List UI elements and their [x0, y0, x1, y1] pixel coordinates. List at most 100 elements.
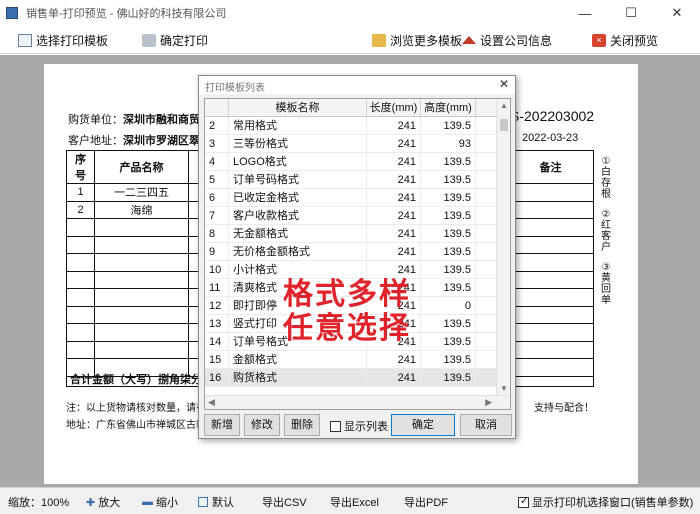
row-no: 2 — [66, 200, 95, 219]
close-preview-icon: × — [592, 33, 606, 47]
export-excel-button[interactable]: 导出Excel — [330, 494, 379, 510]
zoom-out-button[interactable]: ▬ 缩小 — [142, 494, 178, 510]
column-header-height[interactable]: 高度(mm) — [421, 99, 476, 116]
row-index: 16 — [205, 369, 229, 386]
scroll-thumb[interactable] — [500, 119, 508, 131]
scroll-down-icon[interactable]: ▼ — [500, 384, 508, 393]
row-index: 9 — [205, 243, 229, 260]
row-template-name: LOGO格式 — [229, 153, 367, 170]
dialog-title-bar: 打印模板列表 ✕ — [199, 76, 515, 94]
browse-templates-label: 浏览更多模板 — [390, 33, 463, 48]
dialog-close-icon[interactable]: ✕ — [499, 77, 509, 91]
company-info-button[interactable]: 设置公司信息 — [462, 31, 552, 49]
row-height: 139.5 — [421, 333, 476, 350]
row-template-name: 已收定金格式 — [229, 189, 367, 206]
table-row[interactable]: 5 订单号码格式 241 139.5 — [205, 171, 510, 189]
row-template-name: 订单号码格式 — [229, 171, 367, 188]
show-columns-label: 显示列表 — [344, 421, 388, 433]
checkbox-box[interactable] — [330, 420, 341, 432]
select-template-label: 选择打印模板 — [36, 33, 109, 48]
row-length: 241 — [367, 351, 421, 368]
row-height: 139.5 — [421, 225, 476, 242]
row-index: 14 — [205, 333, 229, 350]
show-printer-checkbox[interactable]: 显示打印机选择窗口(销售单参数) — [518, 494, 693, 510]
row-index: 8 — [205, 225, 229, 242]
template-icon — [18, 33, 32, 47]
select-template-button[interactable]: 选择打印模板 — [18, 31, 108, 49]
table-row[interactable]: 9 无价格金额格式 241 139.5 — [205, 243, 510, 261]
row-height: 139.5 — [421, 351, 476, 368]
row-height: 139.5 — [421, 279, 476, 296]
row-product: 海绵 — [94, 200, 189, 219]
status-bar: 缩放：100% ✚ 放大 ▬ 缩小 默认 导出CSV 导出Excel 导出PDF… — [0, 487, 700, 514]
default-zoom-label: 默认 — [212, 497, 234, 509]
buyer-line: 购货单位：深圳市融和商贸 — [68, 111, 200, 127]
header-product: 产品名称 — [94, 150, 189, 184]
row-index: 4 — [205, 153, 229, 170]
export-pdf-button[interactable]: 导出PDF — [404, 494, 448, 510]
browse-templates-button[interactable]: 浏览更多模板 — [372, 31, 462, 49]
home-icon — [462, 36, 476, 44]
row-index: 2 — [205, 117, 229, 134]
column-header-name[interactable]: 模板名称 — [229, 99, 367, 116]
dialog-button-bar: 新增 修改 删除 显示列表 确定 取消 — [204, 414, 512, 436]
toolbar: 选择打印模板 确定打印 浏览更多模板 设置公司信息 × 关闭预览 — [0, 26, 700, 54]
vertical-scrollbar[interactable]: ▲ ▼ — [496, 99, 510, 409]
cancel-button[interactable]: 取消 — [460, 414, 512, 436]
row-index: 13 — [205, 315, 229, 332]
grid-header: 模板名称 长度(mm) 高度(mm) — [205, 99, 510, 117]
scroll-up-icon[interactable]: ▲ — [500, 101, 508, 110]
template-grid: 模板名称 长度(mm) 高度(mm) 2 常用格式 241 139.5 3 三等份格式 24… — [204, 98, 511, 410]
address-value: 深圳市罗湖区翠 — [123, 135, 200, 147]
zoom-in-label: 放大 — [98, 497, 121, 509]
row-height: 139.5 — [421, 171, 476, 188]
template-list-dialog: 打印模板列表 ✕ 模板名称 长度(mm) 高度(mm) 2 常用格式 241 139.… — [198, 75, 516, 439]
close-preview-button[interactable]: × 关闭预览 — [592, 31, 658, 49]
row-product: 一二三四五 — [94, 183, 189, 202]
add-button[interactable]: 新增 — [204, 414, 240, 436]
scroll-right-icon[interactable]: ▶ — [485, 397, 492, 408]
show-columns-checkbox[interactable]: 显示列表 — [330, 418, 388, 434]
table-row[interactable]: 7 客户收款格式 241 139.5 — [205, 207, 510, 225]
minimize-button[interactable]: — — [562, 0, 608, 26]
default-zoom-button[interactable]: 默认 — [198, 494, 234, 510]
row-length: 241 — [367, 243, 421, 260]
buyer-label: 购货单位： — [68, 114, 123, 126]
row-length: 241 — [367, 153, 421, 170]
table-row[interactable]: 15 金额格式 241 139.5 — [205, 351, 510, 369]
header-no: 序号 — [66, 150, 95, 184]
table-row[interactable]: 6 已收定金格式 241 139.5 — [205, 189, 510, 207]
table-row[interactable]: 3 三等份格式 241 93 — [205, 135, 510, 153]
window-title: 销售单-打印预览 - 佛山好的科技有限公司 — [26, 8, 227, 20]
row-index: 12 — [205, 297, 229, 314]
zoom-level: 缩放：100% — [8, 497, 70, 509]
row-height: 139.5 — [421, 369, 476, 386]
row-height: 139.5 — [421, 189, 476, 206]
confirm-print-button[interactable]: 确定打印 — [142, 31, 208, 49]
zoom-out-label: 缩小 — [156, 497, 178, 509]
table-row[interactable]: 4 LOGO格式 241 139.5 — [205, 153, 510, 171]
column-header-length[interactable]: 长度(mm) — [367, 99, 421, 116]
buyer-value: 深圳市融和商贸 — [123, 114, 200, 126]
horizontal-scrollbar[interactable]: ◀ ▶ — [205, 395, 510, 409]
ok-button[interactable]: 确定 — [391, 414, 455, 436]
scroll-left-icon[interactable]: ◀ — [208, 397, 215, 408]
zoom-in-button[interactable]: ✚ 放大 — [86, 494, 120, 510]
edit-button[interactable]: 修改 — [244, 414, 280, 436]
address-label: 客户地址： — [68, 135, 123, 147]
row-template-name: 购货格式 — [229, 369, 367, 386]
delete-button[interactable]: 删除 — [284, 414, 320, 436]
table-row[interactable]: 16 购货格式 241 139.5 — [205, 369, 510, 387]
company-info-label: 设置公司信息 — [480, 33, 553, 48]
copy-label-white: ①白存根 — [601, 156, 611, 200]
table-row[interactable]: 8 无金额格式 241 139.5 — [205, 225, 510, 243]
export-csv-button[interactable]: 导出CSV — [262, 494, 307, 510]
close-window-button[interactable]: ✕ — [654, 0, 700, 26]
maximize-button[interactable]: ☐ — [608, 0, 654, 26]
note-line-right: 支持与配合！ — [534, 403, 594, 414]
checkbox-checked[interactable] — [518, 496, 529, 508]
address-note: 地址：广东省佛山市禅城区古新 — [66, 420, 206, 431]
header-remark: 备注 — [507, 150, 594, 184]
row-index: 15 — [205, 351, 229, 368]
table-row[interactable]: 2 常用格式 241 139.5 — [205, 117, 510, 135]
